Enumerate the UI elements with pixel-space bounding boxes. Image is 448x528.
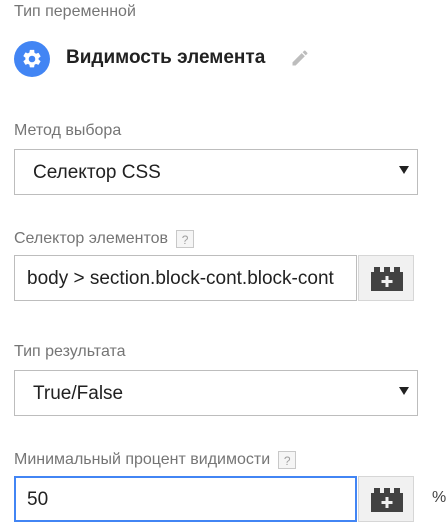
help-icon[interactable]: ?: [176, 229, 195, 248]
variable-type-row: Видимость элемента: [14, 40, 334, 77]
insert-variable-button[interactable]: [358, 476, 414, 522]
variable-type-badge: [14, 41, 50, 77]
element-selector-label: Селектор элементов?: [14, 229, 195, 249]
min-percent-label: Минимальный процент видимости?: [14, 450, 297, 470]
insert-variable-button[interactable]: [358, 255, 414, 301]
variable-type-name: Видимость элемента: [66, 47, 266, 68]
pencil-icon[interactable]: [290, 48, 310, 68]
element-selector-value: body > section.block-cont.block-cont: [27, 268, 334, 289]
min-percent-label-text: Минимальный процент видимости: [14, 451, 271, 468]
result-type-label: Тип результата: [14, 343, 126, 360]
gear-icon: [23, 49, 41, 68]
min-percent-value: 50: [27, 489, 49, 510]
lego-brick-icon: [371, 267, 403, 291]
lego-brick-icon: [371, 488, 403, 512]
selection-method-select[interactable]: Селектор CSS: [14, 149, 418, 195]
min-percent-input[interactable]: 50: [14, 476, 357, 522]
element-selector-label-text: Селектор элементов: [14, 230, 169, 247]
selection-method-value: Селектор CSS: [33, 162, 161, 183]
variable-type-label: Тип переменной: [14, 3, 136, 20]
element-selector-input[interactable]: body > section.block-cont.block-cont: [14, 255, 357, 301]
percent-unit: %: [432, 489, 447, 506]
dropdown-caret-icon: [399, 166, 409, 174]
result-type-select[interactable]: True/False: [14, 370, 418, 416]
help-icon[interactable]: ?: [278, 450, 297, 469]
dropdown-caret-icon: [399, 387, 409, 395]
result-type-value: True/False: [33, 383, 124, 404]
variable-config-panel: Тип переменной Видимость элемента Метод …: [0, 0, 448, 528]
selection-method-label: Метод выбора: [14, 122, 122, 139]
